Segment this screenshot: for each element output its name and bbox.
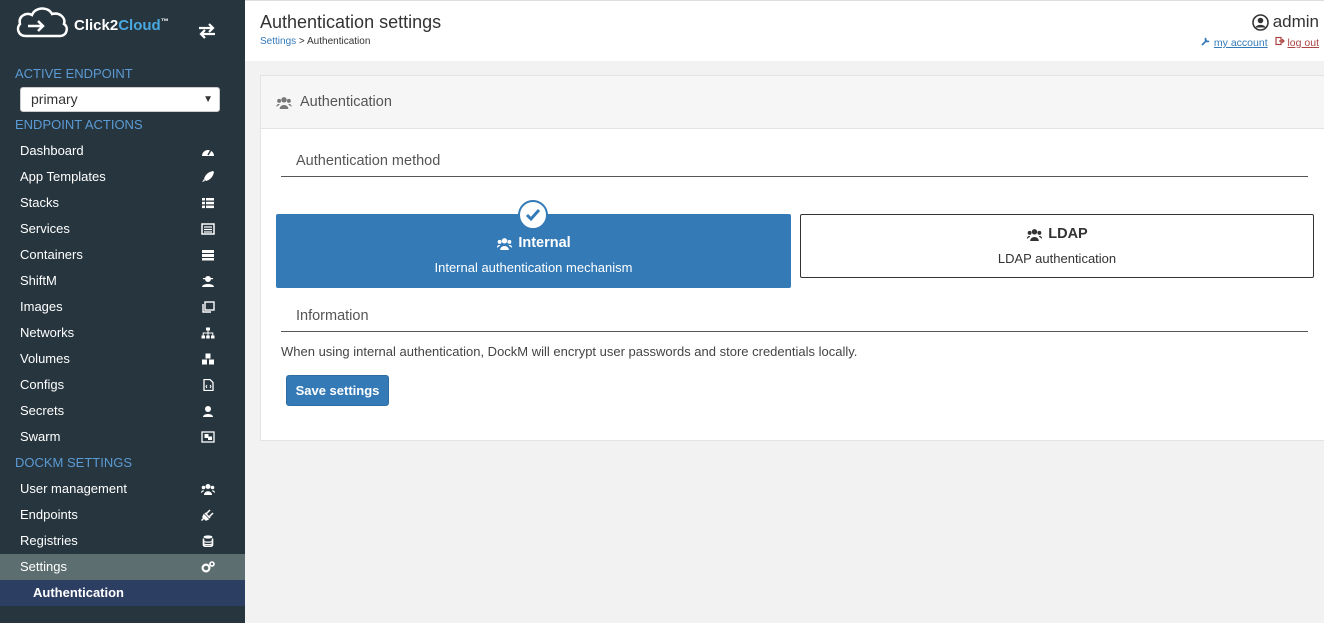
sidebar-item-label: Services <box>20 221 70 236</box>
sidebar-item-label: Secrets <box>20 403 65 418</box>
panel-header: Authentication <box>261 76 1324 129</box>
dashboard-icon <box>202 149 214 156</box>
information-text: When using internal authentication, Dock… <box>281 344 858 359</box>
brand-name: Click2Cloud™ <box>74 16 169 34</box>
sidebar-item-networks[interactable]: Networks <box>0 320 245 346</box>
sidebar-item-services[interactable]: Services <box>0 216 245 242</box>
th-list-icon <box>202 198 214 209</box>
users-icon <box>497 237 513 250</box>
sidebar-item-volumes[interactable]: Volumes <box>0 346 245 372</box>
authentication-panel: Authentication Authentication method Int… <box>260 75 1324 441</box>
rocket-icon <box>202 171 214 182</box>
log-out-link[interactable]: log out <box>1287 37 1319 49</box>
clone-icon <box>202 301 215 313</box>
active-endpoint-label: ACTIVE ENDPOINT <box>15 66 133 81</box>
check-icon <box>518 200 548 230</box>
information-legend: Information <box>281 308 1308 332</box>
breadcrumb: Settings > Authentication <box>260 36 370 47</box>
users-icon <box>276 96 292 109</box>
sidebar-item-settings[interactable]: Settings <box>0 554 245 580</box>
cogs-icon <box>201 561 215 573</box>
sidebar-item-endpoints[interactable]: Endpoints <box>0 502 245 528</box>
internal-title-text: Internal <box>518 235 571 251</box>
sidebar-item-label: Networks <box>20 325 75 340</box>
auth-option-ldap[interactable]: LDAP LDAP authentication <box>800 214 1314 278</box>
logo[interactable]: Click2Cloud™ <box>14 4 169 38</box>
internal-title: Internal <box>276 235 791 251</box>
sitemap-icon <box>201 327 215 339</box>
sidebar-item-label: App Templates <box>20 169 106 184</box>
sidebar-item-stacks[interactable]: Stacks <box>0 190 245 216</box>
object-group-icon <box>201 431 215 443</box>
ldap-title: LDAP <box>801 226 1313 242</box>
sidebar-item-shiftm[interactable]: ShiftM <box>0 268 245 294</box>
sidebar-toggle-icon[interactable] <box>197 22 217 45</box>
users-icon <box>1027 228 1043 241</box>
my-account-link[interactable]: my account <box>1214 37 1268 49</box>
list-alt-icon <box>201 223 215 235</box>
sidebar-item-label: Swarm <box>20 429 61 444</box>
sidebar-item-label: Settings <box>20 559 67 574</box>
cloud-upload-icon <box>16 7 69 38</box>
breadcrumb-settings-link[interactable]: Settings <box>260 36 296 47</box>
brand: Click2Cloud™ <box>0 0 245 60</box>
sidebar-item-secrets[interactable]: Secrets <box>0 398 245 424</box>
dockm-settings-label: DOCKM SETTINGS <box>15 455 133 470</box>
user-circle-icon <box>1251 13 1269 31</box>
sidebar-item-user-management[interactable]: User management <box>0 476 245 502</box>
user-secret-icon <box>202 276 214 287</box>
sidebar-subitem-authentication[interactable]: Authentication <box>0 580 245 606</box>
page-header: Authentication settings Settings > Authe… <box>245 0 1324 61</box>
sidebar-item-label: Containers <box>20 247 83 262</box>
sidebar-item-label: Endpoints <box>20 507 78 522</box>
users-icon <box>201 484 215 495</box>
save-settings-button[interactable]: Save settings <box>286 375 389 406</box>
username: admin <box>1272 12 1319 31</box>
ldap-title-text: LDAP <box>1048 226 1088 242</box>
sign-out-icon <box>1274 36 1285 46</box>
database-icon <box>202 535 214 547</box>
wrench-icon <box>1201 37 1210 46</box>
panel-title: Authentication <box>300 94 392 110</box>
sidebar-item-dashboard[interactable]: Dashboard <box>0 138 245 164</box>
sidebar-item-label: Configs <box>20 377 65 392</box>
page-title: Authentication settings <box>260 12 442 32</box>
file-code-icon <box>203 379 214 391</box>
sidebar-item-swarm[interactable]: Swarm <box>0 424 245 450</box>
sidebar-item-images[interactable]: Images <box>0 294 245 320</box>
sidebar-item-app-templates[interactable]: App Templates <box>0 164 245 190</box>
user-secret-icon <box>203 406 213 417</box>
sidebar-item-containers[interactable]: Containers <box>0 242 245 268</box>
internal-description: Internal authentication mechanism <box>434 260 633 275</box>
ldap-description: LDAP authentication <box>997 251 1117 266</box>
sidebar-item-label: Registries <box>20 533 78 548</box>
sidebar-item-label: Dashboard <box>20 143 84 158</box>
plug-icon <box>201 509 214 521</box>
breadcrumb-current: Authentication <box>307 36 371 47</box>
sidebar-item-label: ShiftM <box>20 273 57 288</box>
endpoint-select-value: primary <box>31 91 78 107</box>
chevron-down-icon: ▼ <box>203 94 213 105</box>
server-icon <box>202 250 214 261</box>
sidebar-item-configs[interactable]: Configs <box>0 372 245 398</box>
sidebar-item-label: Images <box>20 299 63 314</box>
sidebar-item-label: Stacks <box>20 195 60 210</box>
sidebar-item-label: Volumes <box>20 351 70 366</box>
endpoint-actions-label: ENDPOINT ACTIONS <box>15 117 143 132</box>
sidebar-item-label: User management <box>20 481 127 496</box>
breadcrumb-separator: > <box>296 36 307 47</box>
authentication-method-legend: Authentication method <box>281 153 1308 177</box>
user-links: my account log out <box>1201 36 1319 49</box>
sidebar: Click2Cloud™ ACTIVE ENDPOINT primary ▼ E… <box>0 0 245 623</box>
endpoint-select[interactable]: primary ▼ <box>20 87 220 112</box>
cubes-icon <box>202 353 214 365</box>
user-menu: admin <box>1251 12 1319 32</box>
auth-option-internal[interactable]: Internal Internal authentication mechani… <box>276 200 791 288</box>
sidebar-item-registries[interactable]: Registries <box>0 528 245 554</box>
